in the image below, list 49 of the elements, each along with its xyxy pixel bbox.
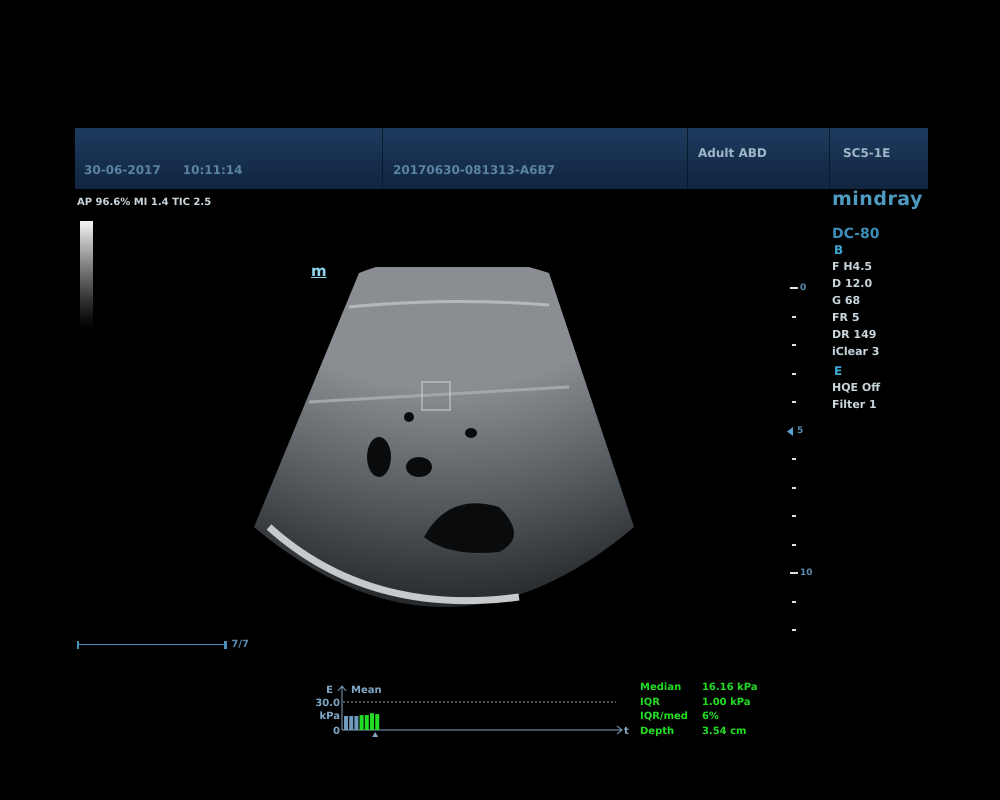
result-label: IQR: [640, 696, 661, 709]
imaging-parameter: D 12.0: [832, 277, 874, 291]
brand-logo: mindray: [832, 189, 923, 209]
result-label: IQR/med: [640, 710, 688, 724]
y-axis: [338, 685, 346, 730]
depth-tick: [792, 344, 796, 346]
exam-id: 20170630-081313-A6B7: [393, 162, 555, 179]
depth-tick: [792, 458, 796, 460]
result-label: Median: [640, 681, 682, 694]
exam-preset: Adult ABD: [698, 146, 767, 160]
imaging-parameter: Filter 1: [832, 398, 878, 412]
result-label: Depth: [640, 724, 676, 738]
result-value: 6%: [702, 710, 720, 724]
depth-tick: [792, 316, 796, 318]
chart-title: Mean: [351, 685, 382, 696]
axis-label: E: [326, 685, 333, 696]
mode-label: B: [834, 243, 844, 257]
system-model: DC-80: [832, 227, 881, 242]
imaging-parameter: F H4.5: [832, 260, 874, 274]
exam-time: 10:11:14: [182, 162, 242, 179]
depth-tick: [792, 486, 796, 488]
mode-label: E: [834, 364, 844, 378]
marker-triangle-icon: [372, 732, 378, 737]
depth-label: 0: [800, 284, 806, 293]
depth-tick: [792, 515, 796, 517]
imaging-parameter: iClear 3: [832, 345, 880, 359]
depth-tick: [792, 544, 796, 546]
depth-tick: [792, 401, 796, 403]
imaging-parameter: G 68: [832, 294, 862, 308]
depth-tick: [792, 629, 796, 631]
result-value: 16.16 kPa: [702, 681, 758, 694]
depth-label: 5: [797, 426, 804, 436]
frame-counter: 7/7: [231, 638, 249, 652]
depth-tick: [792, 600, 796, 602]
axis-label: t: [624, 726, 629, 737]
acoustic-output: AP 96.6% MI 1.4 TIC 2.5: [77, 196, 212, 210]
exam-date: 30-06-2017: [84, 162, 161, 179]
orientation-mark: m: [311, 263, 327, 279]
imaging-parameter: FR 5: [832, 311, 860, 325]
depth-tick: [792, 372, 796, 374]
imaging-parameter: HQE Off: [832, 381, 882, 395]
result-value: 3.54 cm: [702, 724, 748, 738]
probe-name: SC5-1E: [843, 146, 890, 160]
tick-label: 0: [333, 726, 340, 737]
unit-label: kPa: [320, 711, 340, 722]
depth-label: 10: [800, 569, 813, 578]
imaging-parameter: DR 149: [832, 328, 878, 342]
result-value: 1.00 kPa: [702, 696, 752, 709]
tick-label: 30.0: [315, 698, 340, 709]
